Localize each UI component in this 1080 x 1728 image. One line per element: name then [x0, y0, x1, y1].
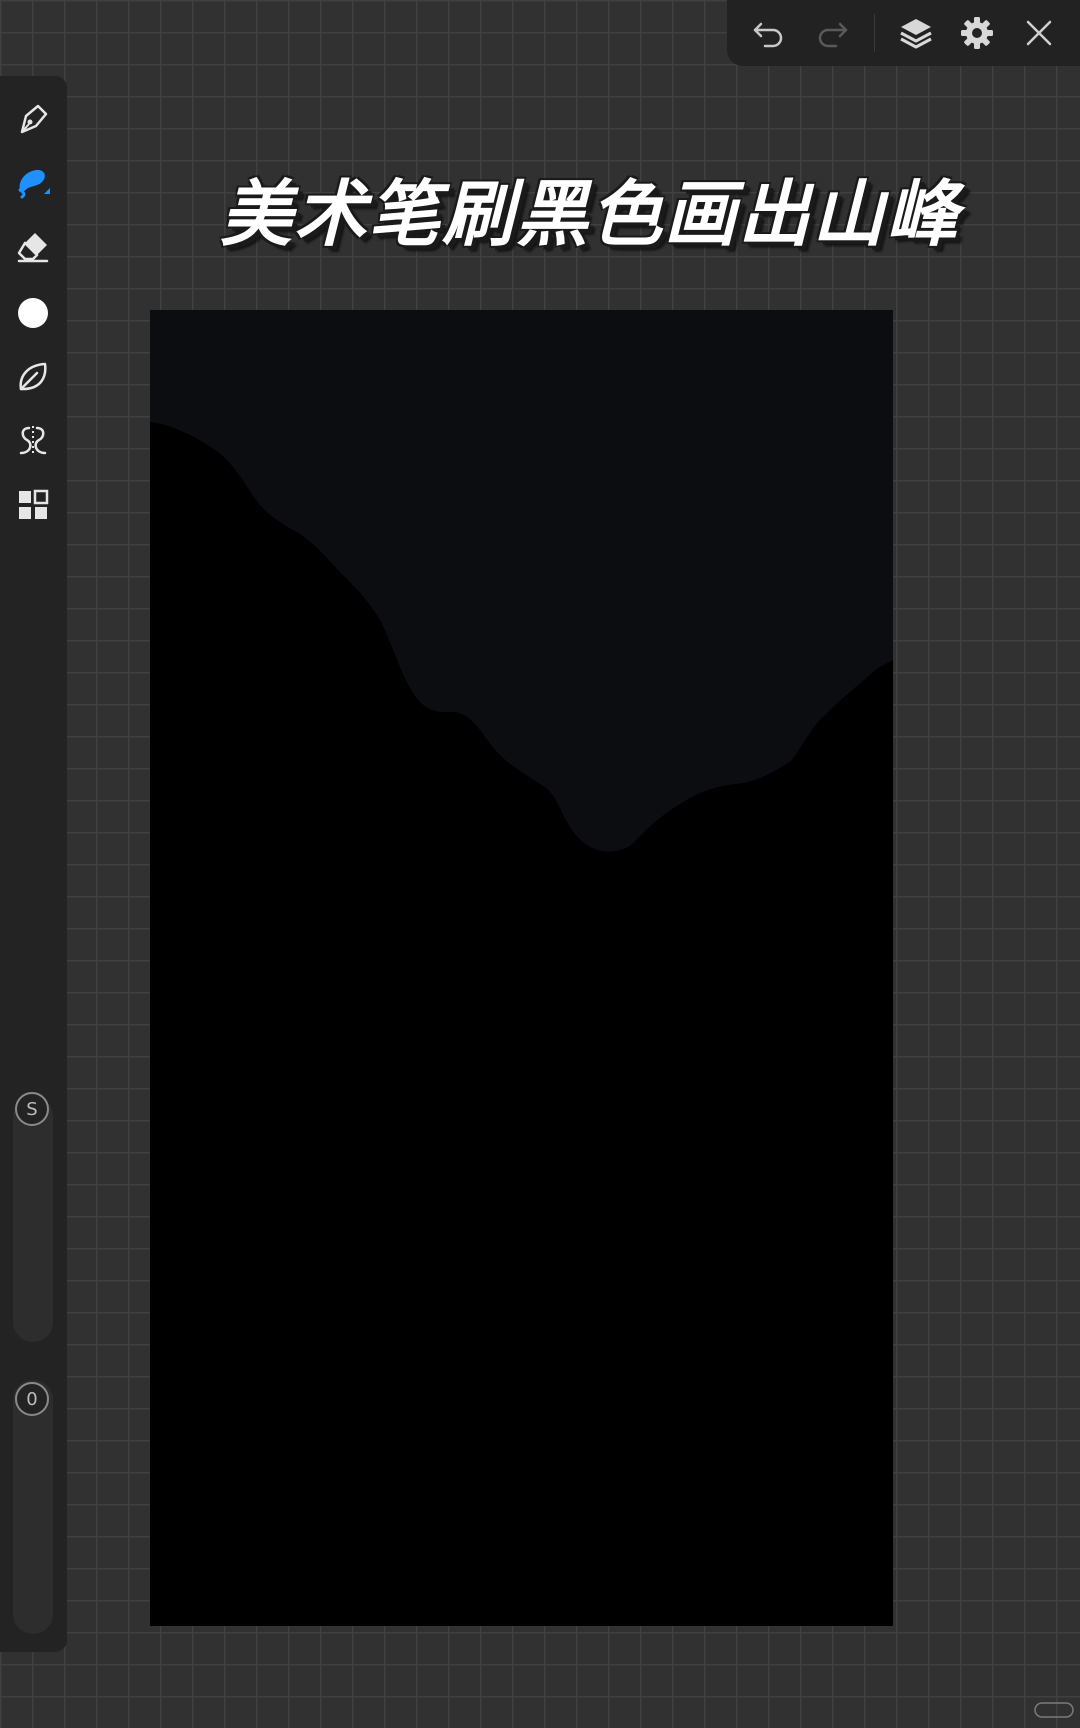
brush-tool-icon[interactable]	[12, 162, 54, 204]
drawing-canvas[interactable]	[150, 310, 893, 1626]
opacity-slider[interactable]	[13, 1380, 53, 1634]
layers-icon[interactable]	[896, 13, 936, 53]
shape-leaf-icon[interactable]	[12, 356, 54, 398]
top-toolbar	[727, 0, 1080, 66]
watermark-logo	[1034, 1701, 1074, 1722]
mountain-drawing	[150, 310, 893, 1626]
color-circle-icon[interactable]	[12, 292, 54, 334]
close-icon[interactable]	[1019, 13, 1059, 53]
opacity-knob[interactable]: 0	[15, 1382, 49, 1416]
brush-size-slider[interactable]	[13, 1096, 53, 1342]
settings-gear-icon[interactable]	[957, 13, 997, 53]
gallery-grid-icon[interactable]	[12, 484, 54, 526]
eraser-tool-icon[interactable]	[12, 226, 54, 268]
redo-icon[interactable]	[812, 13, 852, 53]
brush-size-knob[interactable]: S	[15, 1092, 49, 1126]
left-tool-sidebar: S 0	[0, 76, 67, 1652]
undo-icon[interactable]	[749, 13, 789, 53]
pen-tool-icon[interactable]	[12, 98, 54, 140]
symmetry-icon[interactable]	[12, 420, 54, 462]
toolbar-divider	[874, 14, 875, 52]
caption-title: 美术笔刷黑色画出山峰	[220, 172, 961, 256]
